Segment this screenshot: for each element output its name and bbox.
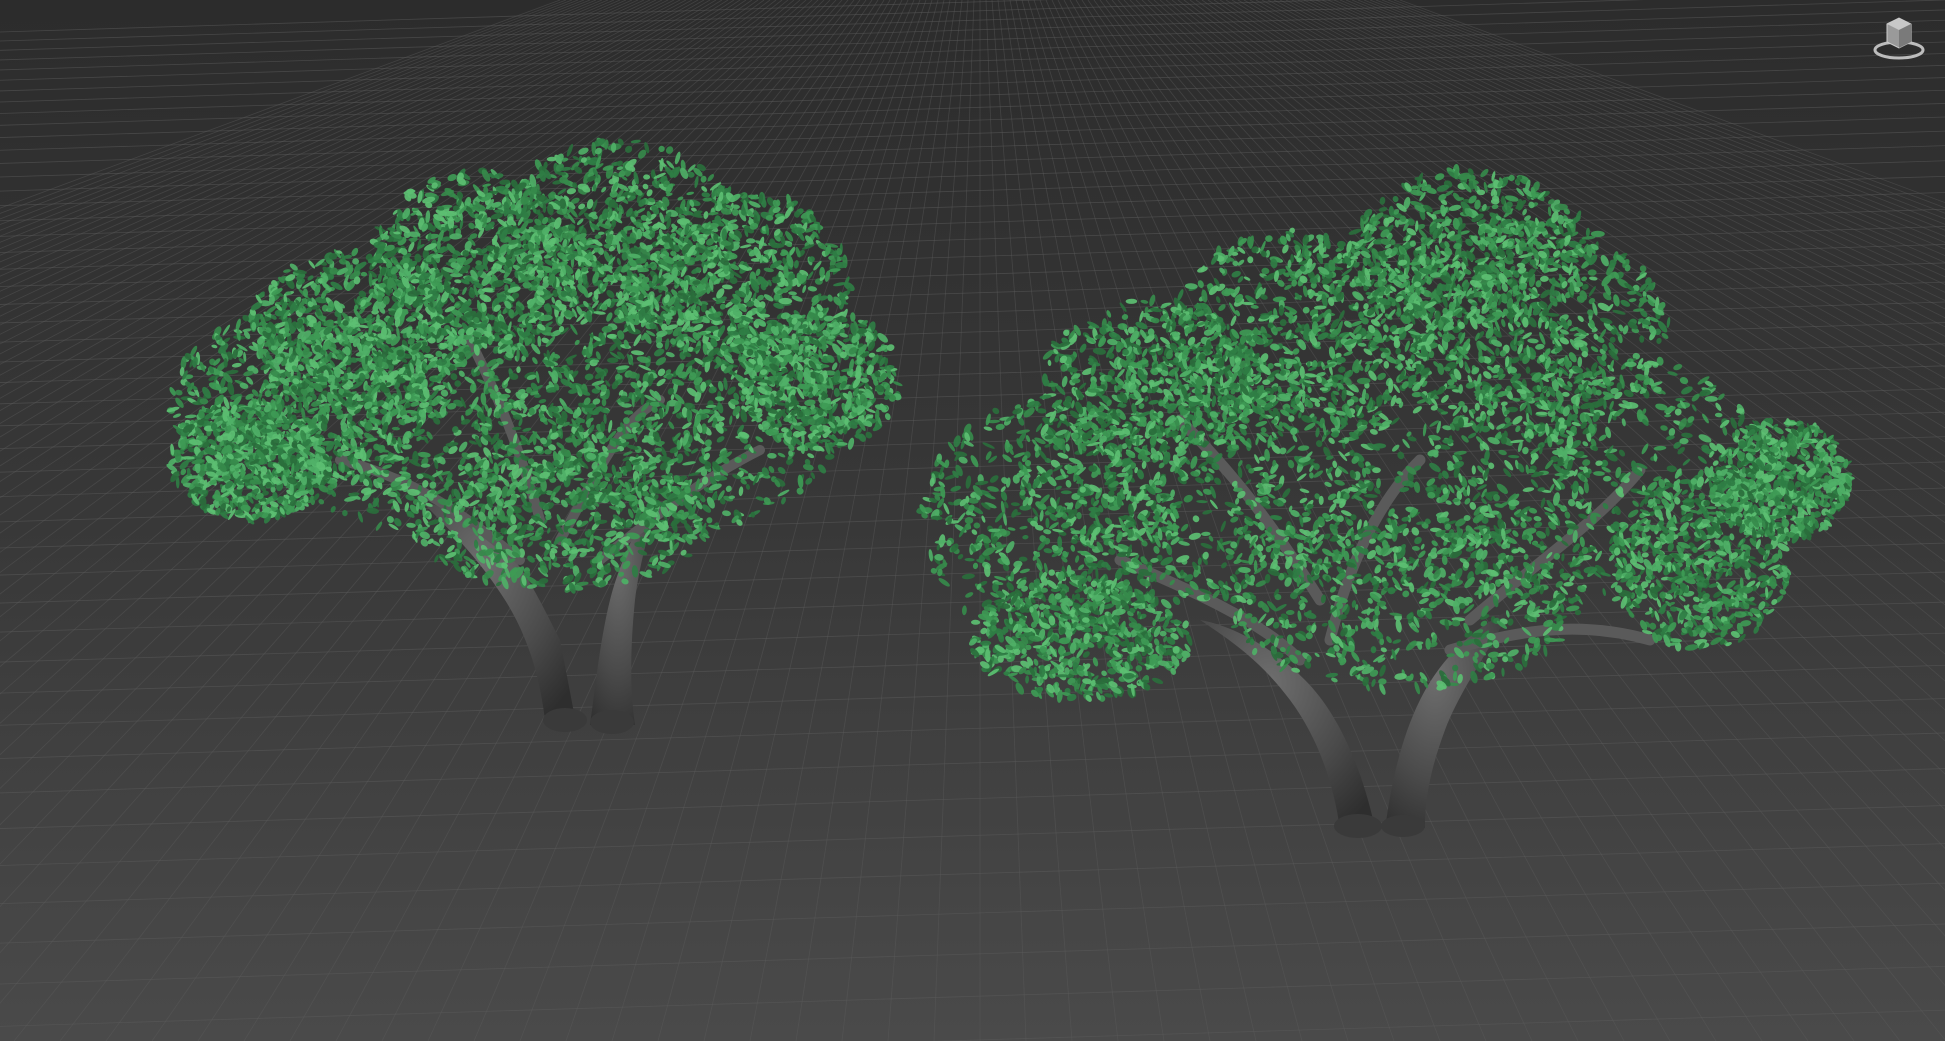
viewcube-icon[interactable]	[1871, 10, 1927, 62]
3d-viewport[interactable]	[0, 0, 1945, 1041]
scene-canvas[interactable]	[0, 0, 1945, 1041]
